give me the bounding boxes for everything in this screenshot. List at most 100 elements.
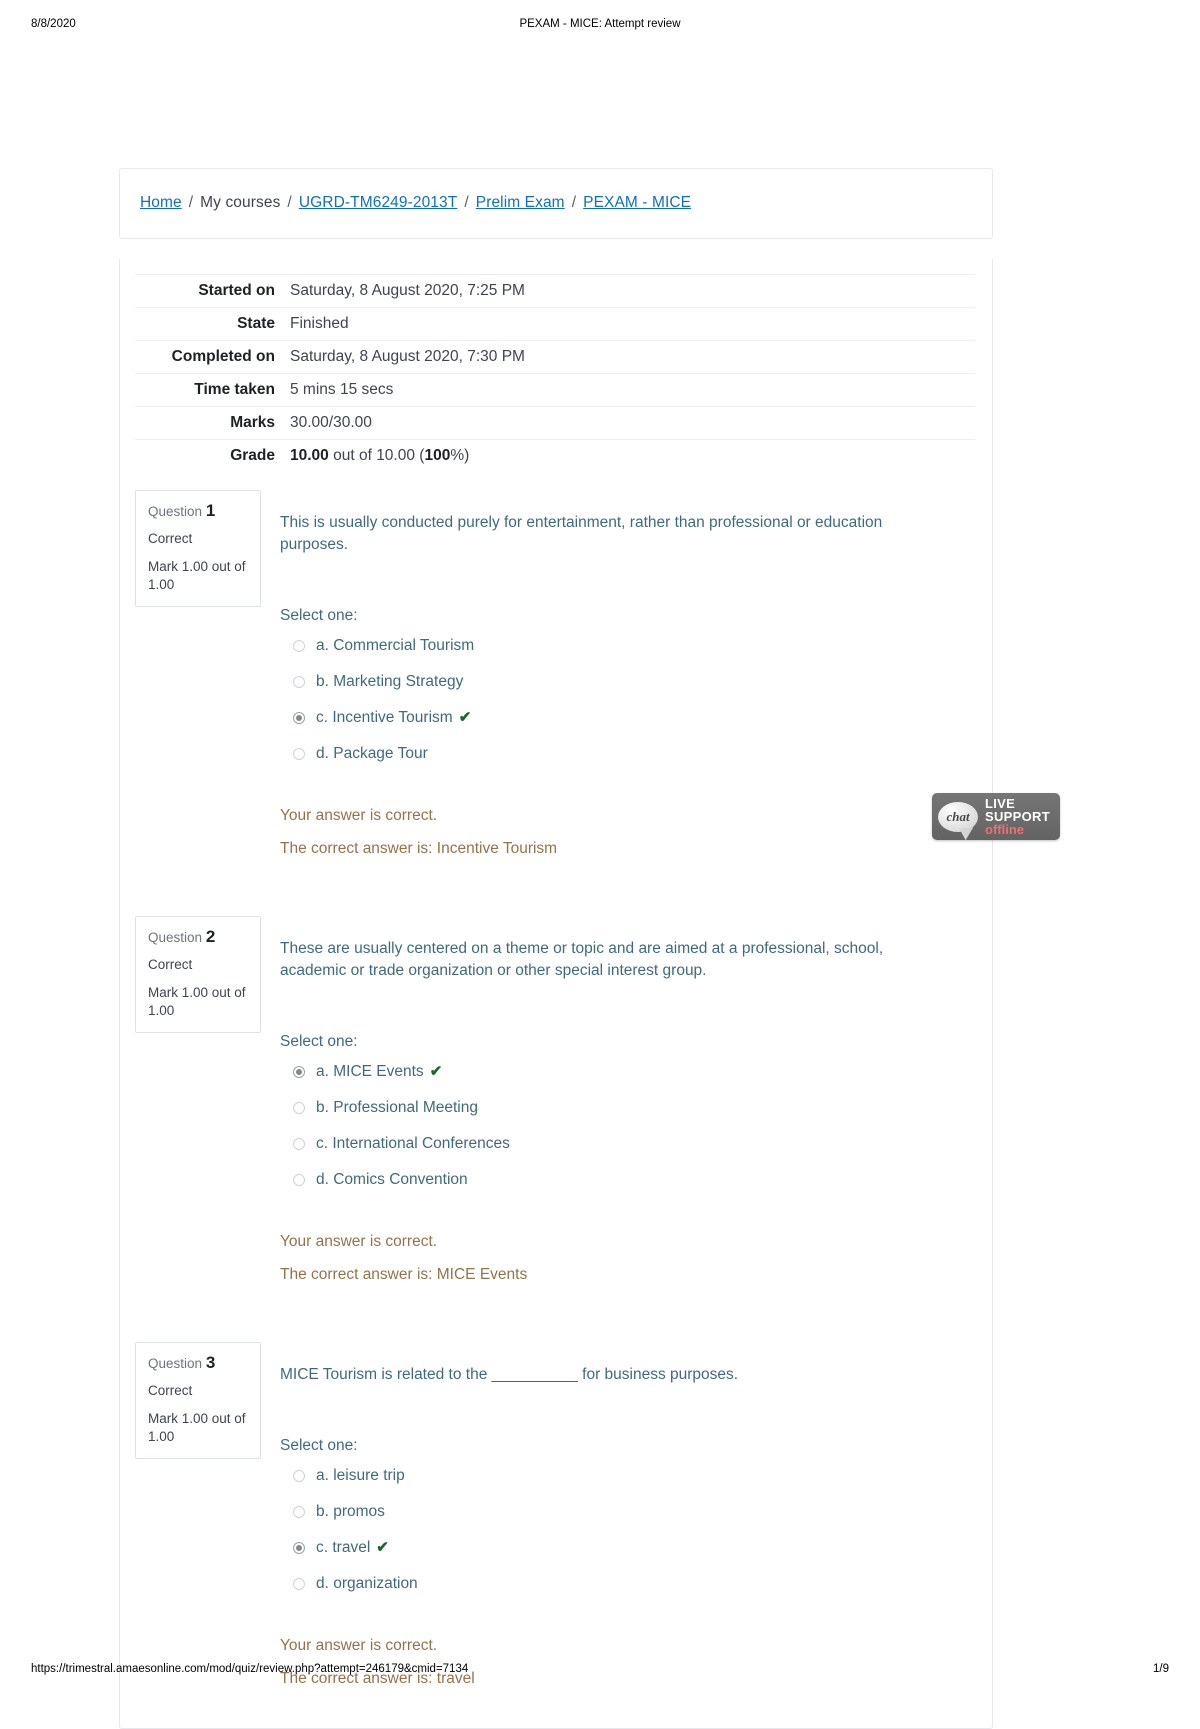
answer-option-label: b. Professional Meeting xyxy=(316,1099,478,1116)
answer-option-label: c. International Conferences xyxy=(316,1135,510,1152)
breadcrumb: Home / My courses / UGRD-TM6249-2013T / Prelim… xyxy=(140,194,691,212)
answer-option-label: a. leisure trip xyxy=(316,1467,405,1484)
radio-unselected-icon[interactable] xyxy=(293,676,305,688)
feedback-result: Your answer is correct. xyxy=(280,1637,438,1654)
page-content: Home / My courses / UGRD-TM6249-2013T / Prelim… xyxy=(119,168,993,1729)
answer-option-label: c. travel xyxy=(316,1539,371,1556)
answer-option-label: b. Marketing Strategy xyxy=(316,673,464,690)
print-footer-url: https://trimestral.amaesonline.com/mod/q… xyxy=(31,1663,469,1675)
radio-selected-icon[interactable] xyxy=(293,712,305,724)
answer-options: a. leisure trip b. promos c. travel ✔ d. org… xyxy=(280,1462,937,1598)
breadcrumb-card: Home / My courses / UGRD-TM6249-2013T / Prelim… xyxy=(119,168,993,239)
answer-option[interactable]: b. Professional Meeting xyxy=(280,1094,937,1122)
answer-option[interactable]: a. MICE Events ✔ xyxy=(280,1058,937,1086)
answer-option[interactable]: a. leisure trip xyxy=(280,1462,937,1490)
question-number-label: Question xyxy=(148,1356,203,1371)
print-header-title: PEXAM - MICE: Attempt review xyxy=(519,18,681,30)
summary-value: Finished xyxy=(285,307,975,341)
summary-label-grade: Grade xyxy=(135,439,285,472)
question-block: Question 1 Correct Mark 1.00 out of 1.00 Th… xyxy=(120,490,992,898)
answer-option[interactable]: c. travel ✔ xyxy=(280,1534,937,1562)
question-number-value: 2 xyxy=(205,927,216,946)
live-support-chat-widget[interactable]: chat LIVE SUPPORT offline xyxy=(932,793,1060,840)
answer-option-label: c. Incentive Tourism xyxy=(316,709,453,726)
breadcrumb-item-pexam-mice[interactable]: PEXAM - MICE xyxy=(583,194,691,211)
answer-option[interactable]: c. International Conferences xyxy=(280,1130,937,1158)
feedback-result: Your answer is correct. xyxy=(280,1233,438,1250)
summary-row: Completed on Saturday, 8 August 2020, 7:3… xyxy=(135,340,975,374)
answer-option-label: b. promos xyxy=(316,1503,385,1520)
summary-row: Time taken 5 mins 15 secs xyxy=(135,373,975,407)
chat-icon-label: chat xyxy=(946,808,970,824)
question-state: Correct xyxy=(148,531,193,546)
summary-value: 30.00/30.00 xyxy=(285,406,975,440)
grade-percent: 100 xyxy=(424,447,451,464)
radio-unselected-icon[interactable] xyxy=(293,1506,305,1518)
radio-unselected-icon[interactable] xyxy=(293,1470,305,1482)
answer-option[interactable]: d. Package Tour xyxy=(280,740,937,768)
print-footer-page: 1/9 xyxy=(1153,1663,1169,1675)
answer-option-label: a. MICE Events xyxy=(316,1063,424,1080)
question-number-value: 3 xyxy=(205,1353,216,1372)
question-number: Question 1 xyxy=(148,501,248,522)
summary-row: Marks 30.00/30.00 xyxy=(135,406,975,440)
radio-selected-icon[interactable] xyxy=(293,1542,305,1554)
radio-unselected-icon[interactable] xyxy=(293,1102,305,1114)
question-feedback: Your answer is correct. The correct answe… xyxy=(280,806,937,859)
breadcrumb-separator: / xyxy=(188,194,194,211)
summary-value-grade: 10.00 out of 10.00 (100%) xyxy=(285,439,975,472)
answer-option-label: d. organization xyxy=(316,1575,418,1592)
answer-options: a. Commercial Tourism b. Marketing Strate… xyxy=(280,632,937,768)
question-mark: Mark 1.00 out of 1.00 xyxy=(148,1411,246,1444)
answer-option[interactable]: b. promos xyxy=(280,1498,937,1526)
breadcrumb-item-prelim-exam[interactable]: Prelim Exam xyxy=(476,194,565,211)
quiz-review-card: Started on Saturday, 8 August 2020, 7:25 … xyxy=(119,259,993,1729)
question-number-label: Question xyxy=(148,930,203,945)
summary-value: Saturday, 8 August 2020, 7:25 PM xyxy=(285,274,975,308)
question-text: These are usually centered on a theme or… xyxy=(280,940,884,979)
breadcrumb-item-home[interactable]: Home xyxy=(140,194,182,211)
quiz-summary-table: Started on Saturday, 8 August 2020, 7:25 … xyxy=(135,274,975,472)
breadcrumb-separator: / xyxy=(571,194,577,211)
question-prompt: Select one: xyxy=(280,607,358,624)
answer-option[interactable]: b. Marketing Strategy xyxy=(280,668,937,696)
radio-unselected-icon[interactable] xyxy=(293,1578,305,1590)
print-footer: https://trimestral.amaesonline.com/mod/q… xyxy=(0,1663,1200,1679)
answer-option[interactable]: d. Comics Convention xyxy=(280,1166,937,1194)
question-text: MICE Tourism is related to the _________… xyxy=(280,1366,739,1383)
question-text: This is usually conducted purely for ent… xyxy=(280,514,883,553)
summary-row-grade: Grade 10.00 out of 10.00 (100%) xyxy=(135,439,975,472)
question-number: Question 3 xyxy=(148,1353,248,1374)
grade-percent-suffix: %) xyxy=(450,447,470,464)
radio-unselected-icon[interactable] xyxy=(293,1174,305,1186)
correct-check-icon: ✔ xyxy=(429,1063,443,1080)
radio-unselected-icon[interactable] xyxy=(293,640,305,652)
answer-option[interactable]: d. organization xyxy=(280,1570,937,1598)
radio-unselected-icon[interactable] xyxy=(293,1138,305,1150)
answer-option-label: d. Package Tour xyxy=(316,745,428,762)
print-header: 8/8/2020 PEXAM - MICE: Attempt review xyxy=(0,18,1200,34)
answer-options: a. MICE Events ✔ b. Professional Meeting c.… xyxy=(280,1058,937,1194)
question-prompt: Select one: xyxy=(280,1033,358,1050)
feedback-correct-answer: The correct answer is: Incentive Tourism xyxy=(280,840,558,857)
answer-option[interactable]: a. Commercial Tourism xyxy=(280,632,937,660)
radio-selected-icon[interactable] xyxy=(293,1066,305,1078)
question-number: Question 2 xyxy=(148,927,248,948)
question-body: These are usually centered on a theme or… xyxy=(280,916,992,1285)
summary-label: Started on xyxy=(135,274,285,308)
summary-label: Completed on xyxy=(135,340,285,374)
question-info-box: Question 3 Correct Mark 1.00 out of 1.00 xyxy=(135,1342,261,1459)
correct-check-icon: ✔ xyxy=(376,1539,389,1556)
summary-label: Time taken xyxy=(135,373,285,407)
question-info-box: Question 1 Correct Mark 1.00 out of 1.00 xyxy=(135,490,261,607)
grade-outof: out of 10.00 ( xyxy=(328,447,425,464)
breadcrumb-item-ugrd-tm6249-2013t[interactable]: UGRD-TM6249-2013T xyxy=(299,194,457,211)
radio-unselected-icon[interactable] xyxy=(293,748,305,760)
summary-row: State Finished xyxy=(135,307,975,341)
question-mark: Mark 1.00 out of 1.00 xyxy=(148,559,246,592)
question-info-box: Question 2 Correct Mark 1.00 out of 1.00 xyxy=(135,916,261,1033)
breadcrumb-separator: / xyxy=(287,194,292,211)
summary-value: 5 mins 15 secs xyxy=(285,373,975,407)
answer-option[interactable]: c. Incentive Tourism ✔ xyxy=(280,704,937,732)
feedback-correct-answer: The correct answer is: MICE Events xyxy=(280,1266,528,1283)
